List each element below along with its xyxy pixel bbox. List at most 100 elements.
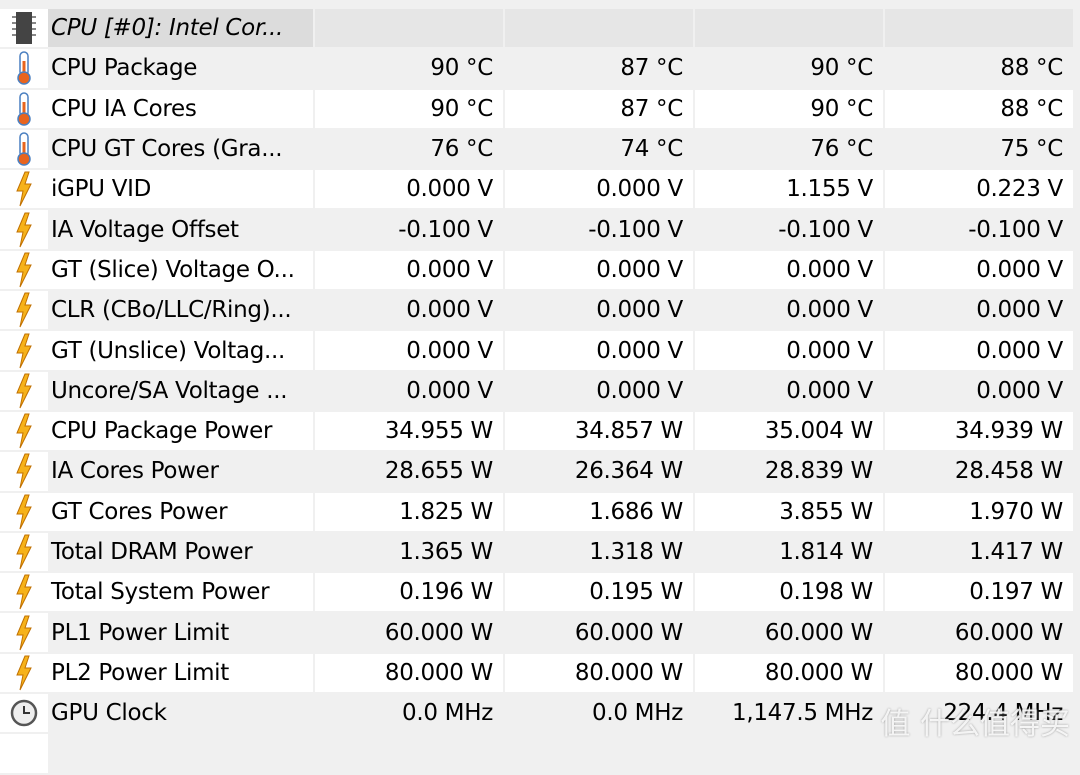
sensor-value: 90 °C [695,49,883,88]
sensor-value: 28.458 W [885,452,1073,491]
watermark: 值 什么值得买 [880,707,1070,742]
sensor-value: 60.000 W [315,613,503,652]
sensor-value: 0.196 W [315,573,503,612]
sensor-value: 0.000 V [505,291,693,330]
sensor-row[interactable]: CPU Package Power 34.955 W 34.857 W 35.004 … [0,411,1080,451]
sensor-value: 1.970 W [885,492,1073,531]
lightning-icon [0,653,48,693]
sensor-value: 1.814 W [695,532,883,572]
sensor-row[interactable]: GT (Slice) Voltage O... 0.000 V 0.000 V 0.0… [0,250,1080,290]
sensor-table: CPU [#0]: Intel Cor... CPU Package 90 °C 8… [0,9,1080,775]
sensor-value: 60.000 W [505,613,693,652]
sensor-value: 0.000 V [885,371,1073,410]
sensor-value: 0.000 V [315,371,503,410]
sensor-row[interactable]: CPU Package 90 °C 87 °C 90 °C 88 °C [0,49,1080,88]
sensor-label: PL1 Power Limit [48,613,313,652]
sensor-value: 0.000 V [315,331,503,370]
sensor-value: 1.825 W [315,492,503,531]
sensor-row[interactable]: Uncore/SA Voltage ... 0.000 V 0.000 V 0.000… [0,371,1080,410]
sensor-value: 26.364 W [505,452,693,491]
sensor-row[interactable]: GT Cores Power 1.825 W 1.686 W 3.855 W 1.970… [0,492,1080,531]
sensor-label: Total System Power [48,573,313,612]
clock-icon [0,694,48,733]
lightning-icon [0,573,48,612]
sensor-value: 0.000 V [505,170,693,209]
header-cell [695,9,883,48]
sensor-value: -0.100 V [505,210,693,249]
sensor-value: 88 °C [885,49,1073,88]
sensor-value: 1,147.5 MHz [695,694,883,733]
sensor-label: Uncore/SA Voltage ... [48,371,313,410]
sensor-label: IA Voltage Offset [48,210,313,249]
sensor-label: GT (Unslice) Voltag... [48,331,313,370]
sensor-value: 76 °C [695,129,883,169]
sensor-value: 1.318 W [505,532,693,572]
sensor-row[interactable]: CPU IA Cores 90 °C 87 °C 90 °C 88 °C [0,89,1080,128]
sensor-value: 0.000 V [885,291,1073,330]
header-cell [505,9,693,48]
sensor-row[interactable]: Total System Power 0.196 W 0.195 W 0.198 W0… [0,573,1080,612]
sensor-value: 0.000 V [315,250,503,290]
sensor-value: 87 °C [505,49,693,88]
sensor-label: CPU IA Cores [48,89,313,128]
header-cell [885,9,1073,48]
sensor-value: 74 °C [505,129,693,169]
sensor-value: 0.000 V [505,331,693,370]
sensor-value: 80.000 W [505,653,693,693]
sensor-value: 0.0 MHz [505,694,693,733]
sensor-value: 0.000 V [695,371,883,410]
sensor-label: IA Cores Power [48,452,313,491]
lightning-icon [0,492,48,531]
lightning-icon [0,250,48,290]
sensor-value: 34.955 W [315,411,503,451]
sensor-value: 80.000 W [695,653,883,693]
sensor-row[interactable]: iGPU VID 0.000 V 0.000 V 1.155 V 0.223 V [0,170,1080,209]
sensor-value: 60.000 W [695,613,883,652]
sensor-label: Total DRAM Power [48,532,313,572]
sensor-value: 0.000 V [695,250,883,290]
thermometer-icon [0,49,48,88]
sensor-row[interactable]: PL2 Power Limit 80.000 W 80.000 W 80.000 W8… [0,653,1080,693]
sensor-group-header[interactable]: CPU [#0]: Intel Cor... [0,9,1080,48]
sensor-value: 28.655 W [315,452,503,491]
sensor-value: 87 °C [505,89,693,128]
chip-icon [0,9,48,48]
clock-icon [0,734,48,773]
sensor-row[interactable]: GT (Unslice) Voltag... 0.000 V 0.000 V 0.00… [0,331,1080,370]
sensor-value: 34.857 W [505,411,693,451]
lightning-icon [0,452,48,491]
sensor-label: GT Cores Power [48,492,313,531]
sensor-label: PL2 Power Limit [48,653,313,693]
header-cell [315,9,503,48]
sensor-value: 0.223 V [885,170,1073,209]
sensor-value: 0.000 V [885,331,1073,370]
sensor-value: 90 °C [315,89,503,128]
lightning-icon [0,532,48,572]
sensor-value: 28.839 W [695,452,883,491]
sensor-value: 1.686 W [505,492,693,531]
sensor-value: 80.000 W [885,653,1073,693]
sensor-row[interactable]: PL1 Power Limit 60.000 W 60.000 W 60.000 W6… [0,613,1080,652]
sensor-row[interactable]: IA Cores Power 28.655 W 26.364 W 28.839 W 28… [0,452,1080,491]
sensor-value: -0.100 V [315,210,503,249]
sensor-value: 80.000 W [315,653,503,693]
lightning-icon [0,331,48,370]
sensor-value: 0.000 V [695,331,883,370]
sensor-label: CPU GT Cores (Gra... [48,129,313,169]
sensor-value: -0.100 V [885,210,1073,249]
sensor-row[interactable]: IA Voltage Offset -0.100 V -0.100 V -0.100 … [0,210,1080,249]
sensor-value: 0.197 W [885,573,1073,612]
sensor-label: CPU Package [48,49,313,88]
sensor-row[interactable]: Total DRAM Power 1.365 W 1.318 W 1.814 W 1.4… [0,532,1080,572]
thermometer-icon [0,129,48,169]
sensor-value: 0.000 V [695,291,883,330]
sensor-label: iGPU VID [48,170,313,209]
sensor-value: 90 °C [695,89,883,128]
sensor-value: -0.100 V [695,210,883,249]
sensor-value: 1.155 V [695,170,883,209]
sensor-value: 0.0 MHz [315,694,503,733]
sensor-value: 60.000 W [885,613,1073,652]
sensor-value: 88 °C [885,89,1073,128]
sensor-row[interactable]: CPU GT Cores (Gra... 76 °C 74 °C 76 °C 75 °C [0,129,1080,169]
sensor-row[interactable]: CLR (CBo/LLC/Ring)... 0.000 V 0.000 V 0.000… [0,291,1080,330]
